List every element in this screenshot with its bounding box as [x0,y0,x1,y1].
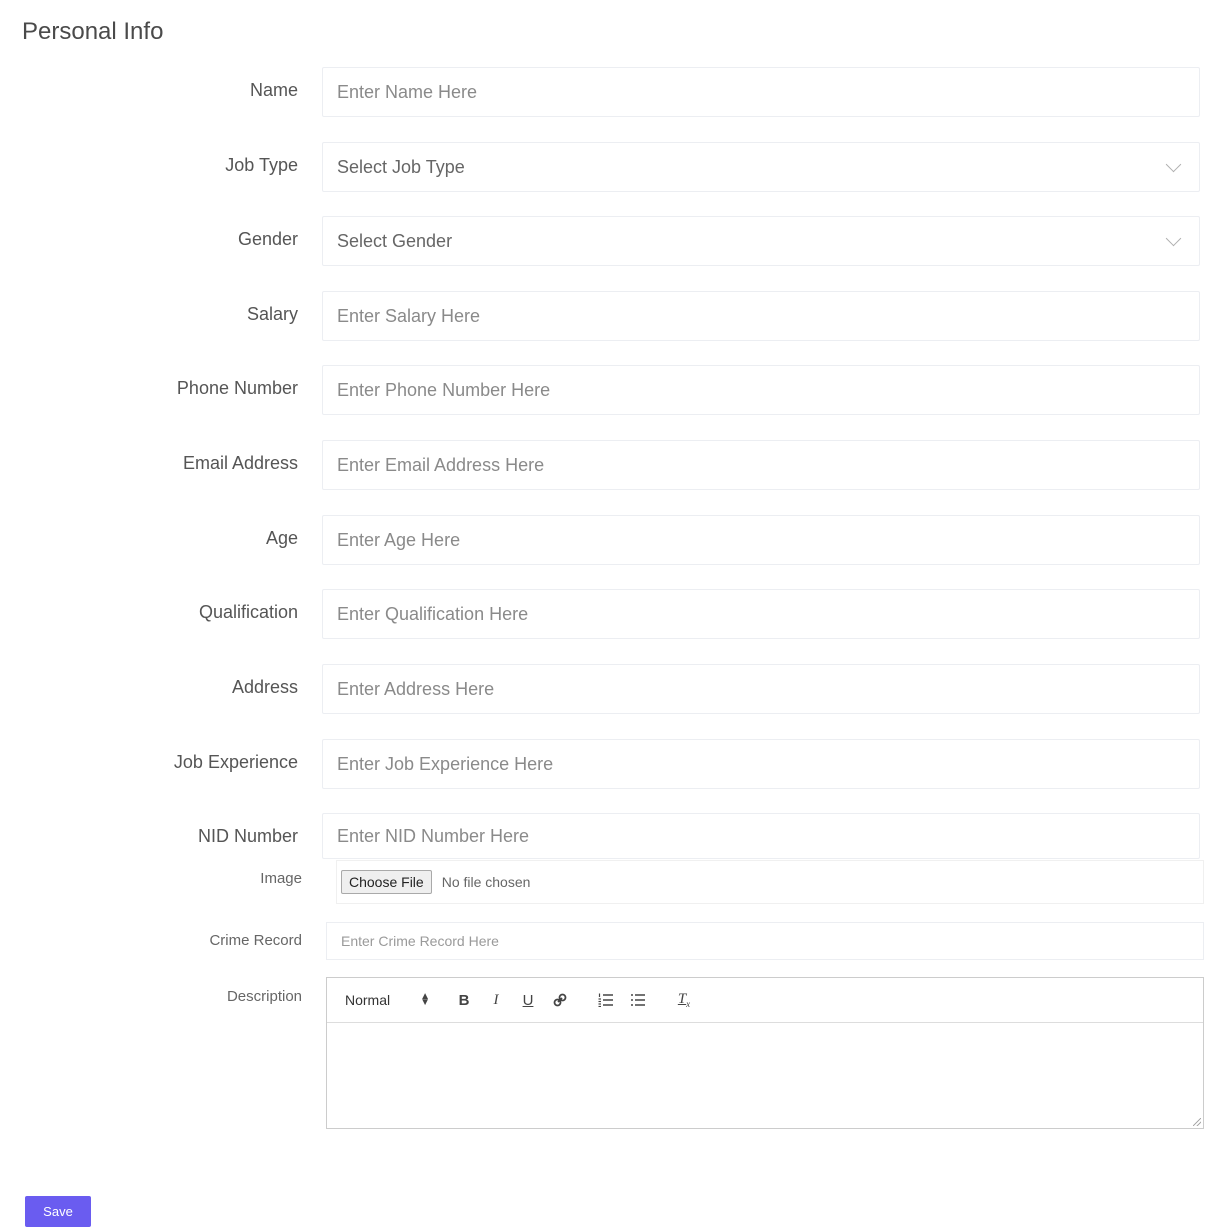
chevron-down-icon [1165,230,1182,246]
email-address-input[interactable] [322,440,1200,490]
salary-label: Salary [246,304,298,324]
editor-toolbar: Normal ▲ ▼ B I U Tx [327,978,1203,1023]
clear-format-button[interactable]: Tx [673,989,695,1011]
address-label: Address [231,677,298,697]
format-select-value: Normal [345,992,391,1008]
name-label: Name [249,80,298,100]
ordered-list-icon [598,993,613,1007]
chevron-down-icon [1165,156,1182,172]
email-address-label: Email Address [182,453,298,473]
nid-number-input[interactable] [322,813,1200,859]
job-experience-input[interactable] [322,739,1200,789]
file-status-text: No file chosen [441,874,531,890]
name-input[interactable] [322,67,1200,117]
qualification-input[interactable] [322,589,1200,639]
description-text-area[interactable] [327,1023,1203,1128]
qualification-label: Qualification [198,602,298,622]
gender-select[interactable]: Select Gender [322,216,1200,266]
ordered-list-button[interactable] [595,989,617,1011]
link-icon [553,993,567,1007]
bullet-list-button[interactable] [627,989,649,1011]
address-input[interactable] [322,664,1200,714]
job-type-select[interactable]: Select Job Type [322,142,1200,192]
image-file-input[interactable]: Choose File No file chosen [336,860,1204,904]
image-label: Image [260,870,302,887]
bold-button[interactable]: B [453,989,475,1011]
salary-input[interactable] [322,291,1200,341]
job-type-select-value: Select Job Type [337,156,465,177]
nid-number-label: NID Number [197,826,298,846]
gender-select-value: Select Gender [337,230,453,251]
link-button[interactable] [549,989,571,1011]
save-button[interactable]: Save [25,1196,91,1227]
job-type-label: Job Type [225,155,298,175]
format-select[interactable]: Normal ▲ ▼ [345,991,453,1009]
page-title: Personal Info [22,18,164,45]
underline-button[interactable]: U [517,989,539,1011]
age-label: Age [265,528,298,548]
resize-handle-icon[interactable] [1193,1118,1201,1126]
gender-label: Gender [237,229,298,249]
bullet-list-icon [631,994,645,1006]
crime-record-input[interactable] [326,922,1204,960]
clear-format-icon: Tx [677,991,691,1009]
select-arrows-icon: ▲ ▼ [420,991,431,1008]
choose-file-button[interactable]: Choose File [341,870,432,894]
description-editor: Normal ▲ ▼ B I U Tx [326,977,1204,1129]
italic-button[interactable]: I [485,989,507,1011]
phone-number-label: Phone Number [176,378,298,398]
job-experience-label: Job Experience [173,752,298,772]
description-label: Description [226,988,302,1005]
crime-record-label: Crime Record [209,932,302,949]
phone-number-input[interactable] [322,365,1200,415]
age-input[interactable] [322,515,1200,565]
